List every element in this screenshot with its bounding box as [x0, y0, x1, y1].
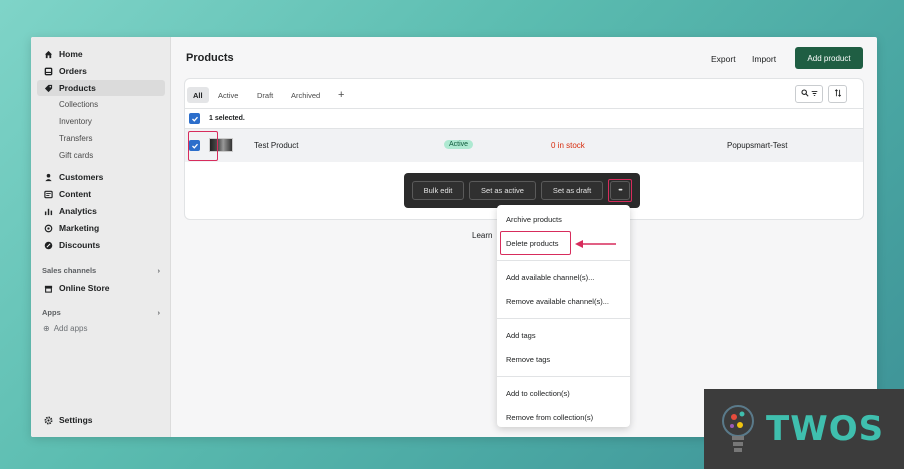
tab-active[interactable]: Active [212, 87, 244, 103]
sidebar-item-label: Products [59, 83, 96, 93]
bulk-edit-button[interactable]: Bulk edit [412, 181, 464, 200]
sidebar-item-label: Home [59, 49, 83, 59]
set-active-button[interactable]: Set as active [469, 181, 536, 200]
search-filter-button[interactable] [795, 85, 823, 103]
vendor-name: Popupsmart-Test [727, 141, 788, 150]
sidebar-item-settings[interactable]: Settings [37, 412, 165, 428]
sidebar-item-label: Orders [59, 66, 87, 76]
sidebar-item-label: Customers [59, 172, 104, 182]
tag-icon [43, 83, 53, 93]
menu-item-remove-collection[interactable]: Remove from collection(s) [506, 413, 593, 422]
sales-channels-heading[interactable]: Sales channels › [42, 266, 160, 275]
learn-more-link[interactable]: Learn [472, 231, 492, 240]
page-title: Products [186, 52, 234, 64]
search-icon [800, 89, 809, 99]
sidebar-item-customers[interactable]: Customers [37, 169, 165, 185]
home-icon [43, 49, 53, 59]
sidebar-item-content[interactable]: Content [37, 186, 165, 202]
set-draft-button[interactable]: Set as draft [541, 181, 603, 200]
menu-divider [497, 376, 630, 377]
sidebar-item-label: Marketing [59, 223, 100, 233]
add-apps-label: Add apps [53, 324, 88, 333]
menu-item-remove-channels[interactable]: Remove available channel(s)... [506, 297, 609, 306]
sidebar-subitem-gift-cards[interactable]: Gift cards [59, 151, 93, 160]
more-highlight [608, 179, 632, 202]
sidebar-item-label: Content [59, 189, 92, 199]
bar-chart-icon [43, 206, 53, 216]
apps-heading[interactable]: Apps › [42, 308, 160, 317]
menu-item-remove-tags[interactable]: Remove tags [506, 355, 550, 364]
menu-divider [497, 318, 630, 319]
chevron-right-icon: › [157, 266, 161, 275]
sidebar-item-label: Discounts [59, 240, 101, 250]
orders-icon [43, 66, 53, 76]
menu-item-archive[interactable]: Archive products [506, 215, 562, 224]
tab-archived[interactable]: Archived [285, 87, 326, 103]
filter-icon [811, 90, 818, 99]
apps-label: Apps [42, 308, 61, 317]
app-window: Home Orders Products Collections Invento… [31, 37, 877, 437]
person-icon [43, 172, 53, 182]
add-apps-link[interactable]: ⊕ Add apps [43, 324, 88, 333]
sidebar-item-products[interactable]: Products [37, 80, 165, 96]
bulk-action-bar: Bulk edit Set as active Set as draft ••• [404, 173, 640, 208]
lightbulb-icon [722, 405, 754, 452]
plus-icon: ⊕ [43, 324, 50, 333]
sidebar-item-analytics[interactable]: Analytics [37, 203, 165, 219]
menu-item-add-collection[interactable]: Add to collection(s) [506, 389, 570, 398]
sidebar-item-home[interactable]: Home [37, 46, 165, 62]
sidebar-subitem-transfers[interactable]: Transfers [59, 134, 93, 143]
watermark: TWOS [704, 389, 904, 469]
watermark-text: TWOS [766, 409, 885, 449]
gear-icon [43, 415, 53, 425]
delete-highlight [500, 231, 571, 255]
export-button[interactable]: Export [711, 54, 736, 64]
menu-divider [497, 260, 630, 261]
select-all-checkbox[interactable] [189, 113, 200, 124]
sidebar-item-discounts[interactable]: Discounts [37, 237, 165, 253]
menu-item-add-tags[interactable]: Add tags [506, 331, 536, 340]
check-icon [191, 116, 198, 122]
tab-all[interactable]: All [187, 87, 209, 103]
sidebar-item-online-store[interactable]: Online Store [37, 280, 165, 296]
store-icon [43, 283, 53, 293]
sidebar-subitem-inventory[interactable]: Inventory [59, 117, 92, 126]
add-product-button[interactable]: Add product [795, 47, 863, 69]
sidebar-subitem-collections[interactable]: Collections [59, 100, 98, 109]
add-view-button[interactable]: + [332, 87, 350, 103]
status-badge: Active [444, 140, 474, 149]
arrow-icon [575, 240, 616, 248]
table-row[interactable]: Test Product Active 0 in stock Popupsmar… [185, 129, 863, 162]
tab-draft[interactable]: Draft [251, 87, 279, 103]
sidebar-item-orders[interactable]: Orders [37, 63, 165, 79]
product-name[interactable]: Test Product [254, 141, 298, 150]
inventory-status: 0 in stock [551, 141, 585, 150]
divider [185, 108, 863, 109]
target-icon [43, 223, 53, 233]
chevron-right-icon: › [157, 308, 161, 317]
sidebar-item-label: Analytics [59, 206, 97, 216]
selection-count: 1 selected. [209, 115, 245, 122]
sidebar-item-marketing[interactable]: Marketing [37, 220, 165, 236]
main-content: Products Export Import Add product All A… [172, 37, 877, 437]
sales-channels-label: Sales channels [42, 266, 97, 275]
sidebar: Home Orders Products Collections Invento… [31, 37, 171, 437]
sort-icon [834, 89, 842, 99]
sidebar-item-label: Online Store [59, 283, 110, 293]
import-button[interactable]: Import [752, 54, 776, 64]
sort-button[interactable] [828, 85, 847, 103]
content-icon [43, 189, 53, 199]
sidebar-item-label: Settings [59, 415, 93, 425]
discount-icon [43, 240, 53, 250]
menu-item-add-channels[interactable]: Add available channel(s)... [506, 273, 594, 282]
checkbox-highlight [188, 131, 218, 161]
